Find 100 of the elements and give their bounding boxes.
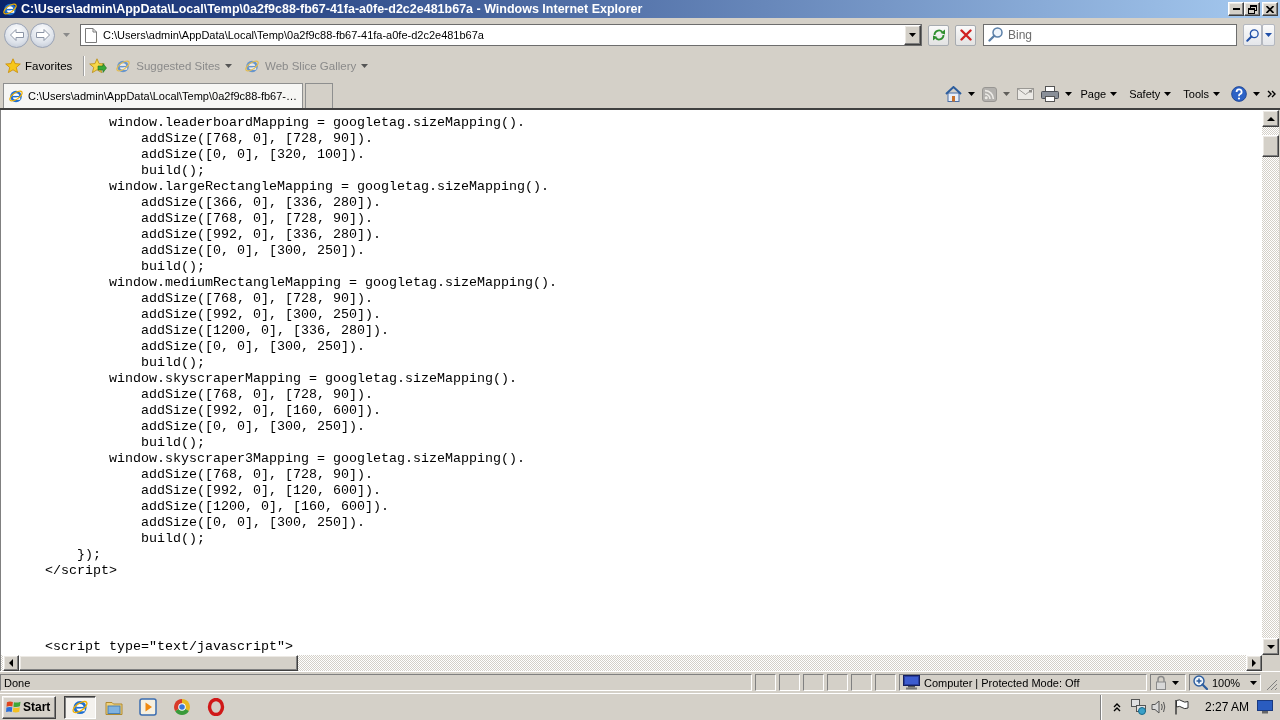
zoom-button[interactable]: 100%: [1189, 674, 1261, 691]
menu-button[interactable]: Page: [1077, 83, 1121, 105]
source-code-line: build();: [141, 531, 205, 546]
help-icon: [1231, 86, 1247, 102]
source-code-line: });: [77, 547, 101, 562]
browser-tab[interactable]: C:\Users\admin\AppData\Local\Temp\0a2f9c88-fb67-…: [3, 83, 303, 108]
scroll-left-button[interactable]: [3, 655, 19, 671]
search-button[interactable]: [1243, 24, 1262, 46]
caret-icon: [361, 64, 369, 68]
start-button[interactable]: Start: [2, 695, 56, 719]
start-logo-icon: [6, 700, 21, 714]
caret-icon: [225, 64, 233, 68]
source-code-line: addSize([0, 0], [300, 250]).: [141, 243, 365, 258]
restore-button[interactable]: [1244, 2, 1260, 16]
source-code-line: window.skyscraper3Mapping = googletag.sizeMapping().: [109, 451, 525, 466]
scrollbar-thumb[interactable]: [1262, 135, 1279, 157]
segmented-circle-icon: [173, 698, 191, 716]
help-button[interactable]: [1229, 83, 1262, 105]
caret-icon: [1265, 33, 1272, 37]
caret-icon: [1213, 92, 1220, 96]
search-options-button[interactable]: [1262, 24, 1275, 46]
print-button[interactable]: [1039, 83, 1075, 105]
speaker-icon: [1151, 699, 1167, 715]
stop-button[interactable]: [955, 24, 976, 46]
caret-icon: [1003, 92, 1011, 96]
source-code-line: <script type="text/javascript">: [45, 639, 293, 654]
restore-icon: [1247, 4, 1257, 14]
caret-icon: [1172, 680, 1179, 685]
home-button[interactable]: [943, 83, 978, 105]
source-code-line: addSize([992, 0], [336, 280]).: [141, 227, 381, 242]
refresh-button[interactable]: [928, 24, 949, 46]
star-icon: [5, 58, 21, 74]
security-zone-label: Computer | Protected Mode: Off: [924, 676, 1080, 689]
status-bar-panel: [779, 674, 800, 691]
volume-button[interactable]: [1151, 697, 1167, 717]
menu-button[interactable]: Tools: [1180, 83, 1223, 105]
flag-icon: [1174, 699, 1189, 715]
status-bar-panel: [851, 674, 872, 691]
protected-mode-button[interactable]: [1150, 674, 1186, 691]
scroll-up-button[interactable]: [1262, 110, 1279, 127]
minimize-icon: [1232, 8, 1240, 10]
feed-icon: [982, 86, 998, 102]
source-code-line: addSize([768, 0], [728, 90]).: [141, 387, 373, 402]
stop-icon: [959, 29, 972, 41]
source-code-line: addSize([0, 0], [300, 250]).: [141, 419, 365, 434]
action-center-button[interactable]: [1174, 697, 1189, 717]
scroll-down-button[interactable]: [1262, 638, 1279, 655]
network-icon: [1131, 699, 1147, 715]
chevrons-up-icon: [1113, 702, 1121, 712]
search-icon: [988, 27, 1003, 42]
arrow-up-icon: [1266, 116, 1275, 121]
arrow-right-icon: [1252, 659, 1256, 667]
source-code-line: addSize([768, 0], [728, 90]).: [141, 467, 373, 482]
arrow-down-icon: [1266, 644, 1275, 649]
clock: 2:27 AM: [1205, 700, 1250, 714]
caret-icon: [1253, 92, 1260, 96]
source-code-line: window.mediumRectangleMapping = googletag.sizeMapping().: [109, 275, 557, 290]
minimize-button[interactable]: [1228, 2, 1244, 16]
browser-icon: [8, 88, 24, 104]
source-code-line: build();: [141, 163, 205, 178]
monitor-icon: [1257, 700, 1274, 714]
scroll-right-button[interactable]: [1246, 655, 1262, 671]
address-dropdown-button[interactable]: [904, 25, 921, 45]
source-code-line: addSize([992, 0], [160, 600]).: [141, 403, 381, 418]
status-bar-panel: [803, 674, 824, 691]
source-code-line: build();: [141, 355, 205, 370]
address-field[interactable]: C:\Users\admin\AppData\Local\Temp\0a2f9c88-fb67-41fa-a0fe-d2c2e481b67a: [80, 24, 922, 46]
source-code-line: </script>: [45, 563, 117, 578]
status-bar-panel: [827, 674, 848, 691]
window-title: C:\Users\admin\AppData\Local\Temp\0a2f9c88-fb67-41fa-a0fe-d2c2e481b67a - Windows Internet Explorer: [21, 2, 643, 16]
source-code-line: window.leaderboardMapping = googletag.sizeMapping().: [109, 115, 525, 130]
status-bar-panel: [755, 674, 776, 691]
network-button[interactable]: [1131, 697, 1147, 717]
favorites-button[interactable]: Favorites: [4, 55, 74, 77]
caret-icon: [1065, 92, 1073, 96]
caret-icon: [1110, 92, 1118, 96]
taskbar-app-button[interactable]: [64, 695, 96, 719]
caret-icon: [968, 92, 976, 96]
arrow-right-icon: [35, 29, 50, 41]
envelope-icon: [1017, 88, 1035, 100]
status-message: Done: [0, 674, 752, 691]
search-field[interactable]: Bing: [983, 24, 1237, 46]
source-code-line: addSize([768, 0], [728, 90]).: [141, 291, 373, 306]
horizontal-scrollbar[interactable]: [0, 655, 1262, 671]
source-code-line: window.skyscraperMapping = googletag.sizeMapping().: [109, 371, 517, 386]
vertical-scrollbar[interactable]: [1262, 110, 1279, 655]
source-code-line: addSize([0, 0], [300, 250]).: [141, 515, 365, 530]
show-desktop-button[interactable]: [1257, 697, 1274, 717]
source-code-line: build();: [141, 259, 205, 274]
menu-button[interactable]: Safety: [1126, 83, 1175, 105]
scrollbar-thumb[interactable]: [19, 655, 298, 671]
arrow-left-icon: [9, 659, 13, 667]
zoom-icon: [1193, 675, 1208, 690]
source-code-line: addSize([992, 0], [120, 600]).: [141, 483, 381, 498]
caret-icon: [62, 33, 70, 37]
browser-icon: [244, 58, 261, 74]
printer-icon: [1041, 86, 1060, 102]
close-button[interactable]: [1262, 2, 1278, 16]
refresh-icon: [931, 28, 946, 42]
caret-icon: [909, 33, 916, 37]
